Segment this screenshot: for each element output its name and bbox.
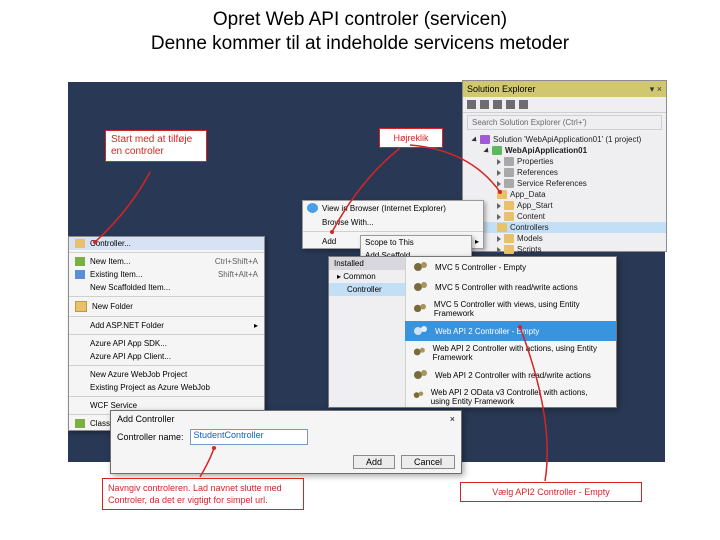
solution-explorer-panel: Solution Explorer ▾ × Search Solution Ex… <box>462 80 667 252</box>
separator <box>69 365 264 366</box>
ie-icon <box>307 203 318 213</box>
tree-item[interactable]: Properties <box>463 156 666 167</box>
menu-controller[interactable]: Controller... <box>69 237 264 250</box>
menu-azure-sdk[interactable]: Azure API App SDK... <box>69 337 264 350</box>
gear-icon <box>413 260 429 274</box>
blank-icon <box>307 217 318 227</box>
class-icon <box>75 419 85 428</box>
ctx-view-in-browser[interactable]: View in Browser (Internet Explorer) <box>303 201 483 215</box>
gear-icon <box>413 280 429 294</box>
callout-choose: Vælg API2 Controller - Empty <box>460 482 642 502</box>
panel-menu-icon[interactable]: ▾ × <box>650 84 662 95</box>
separator <box>69 396 264 397</box>
solution-tree: Solution 'WebApiApplication01' (1 projec… <box>463 132 666 268</box>
properties-icon[interactable] <box>519 100 528 109</box>
add-menu: Controller... New Item...Ctrl+Shift+A Ex… <box>68 236 265 431</box>
tree-item[interactable]: References <box>463 167 666 178</box>
blank-icon <box>307 236 318 246</box>
controller-name-label: Controller name: <box>117 432 184 442</box>
scaffold-tree-controller[interactable]: Controller <box>329 283 405 296</box>
scaffold-option-selected[interactable]: Web API 2 Controller - Empty <box>405 321 616 341</box>
tree-item[interactable]: Models <box>463 233 666 244</box>
add-button[interactable]: Add <box>353 455 395 469</box>
menu-scaffolded[interactable]: New Scaffolded Item... <box>69 281 264 294</box>
ctx-browse-with[interactable]: Browse With... <box>303 215 483 229</box>
folder-icon <box>504 212 514 221</box>
add-controller-dialog: Add Controller × Controller name: Studen… <box>110 410 462 474</box>
cancel-button[interactable]: Cancel <box>401 455 455 469</box>
controller-name-input[interactable]: StudentController <box>190 429 308 445</box>
solution-explorer-toolbar <box>463 97 666 113</box>
title-line2: Denne kommer til at indeholde servicens … <box>151 33 569 54</box>
home-icon[interactable] <box>467 100 476 109</box>
folder-icon <box>497 223 507 232</box>
scaffold-option[interactable]: Web API 2 OData v3 Controller with actio… <box>405 385 616 407</box>
separator <box>303 231 483 232</box>
scaffold-option[interactable]: MVC 5 Controller - Empty <box>405 257 616 277</box>
menu-existing-item[interactable]: Existing Item...Shift+Alt+A <box>69 268 264 281</box>
new-folder-icon <box>75 301 87 312</box>
installed-header: Installed <box>329 257 405 270</box>
existing-item-icon <box>75 270 85 279</box>
menu-new-webjob[interactable]: New Azure WebJob Project <box>69 368 264 381</box>
references-icon <box>504 168 514 177</box>
gear-icon <box>413 302 428 316</box>
callout-start: Start med at tilføje en controler <box>105 130 207 162</box>
separator <box>69 316 264 317</box>
scaffold-tree-common[interactable]: ▸ Common <box>329 270 405 283</box>
scaffold-dialog: Installed ▸ Common Controller MVC 5 Cont… <box>328 256 617 408</box>
folder-icon <box>497 190 507 199</box>
menu-new-folder[interactable]: New Folder <box>69 299 264 314</box>
separator <box>69 252 264 253</box>
tree-item[interactable]: App_Start <box>463 200 666 211</box>
scaffold-option[interactable]: Web API 2 Controller with actions, using… <box>405 341 616 365</box>
title-line1: Opret Web API controler (servicen) <box>213 9 507 30</box>
menu-azure-client[interactable]: Azure API App Client... <box>69 350 264 363</box>
tree-item[interactable]: Content <box>463 211 666 222</box>
ctx-scope[interactable]: Scope to This <box>361 236 471 249</box>
scaffold-option[interactable]: MVC 5 Controller with read/write actions <box>405 277 616 297</box>
separator <box>69 334 264 335</box>
tree-item[interactable]: App_Data <box>463 189 666 200</box>
callout-rightclick: Højreklik <box>379 128 443 148</box>
callout-name: Navngiv controleren. Lad navnet slutte m… <box>102 478 304 510</box>
tree-item[interactable]: Scripts <box>463 244 666 255</box>
folder-icon <box>504 234 514 243</box>
slide-title: Opret Web API controler (servicen) Denne… <box>0 8 720 56</box>
gear-icon <box>413 390 425 404</box>
solution-search-input[interactable]: Search Solution Explorer (Ctrl+') <box>467 115 662 130</box>
folder-icon <box>504 201 514 210</box>
folder-icon <box>504 245 514 254</box>
solution-icon <box>480 135 490 144</box>
menu-new-item[interactable]: New Item...Ctrl+Shift+A <box>69 255 264 268</box>
show-all-icon[interactable] <box>506 100 515 109</box>
gear-icon <box>413 346 427 360</box>
menu-existing-webjob[interactable]: Existing Project as Azure WebJob <box>69 381 264 394</box>
refresh-icon[interactable] <box>480 100 489 109</box>
collapse-icon[interactable] <box>493 100 502 109</box>
tree-project[interactable]: WebApiApplication01 <box>463 145 666 156</box>
tree-item-controllers[interactable]: Controllers <box>463 222 666 233</box>
wrench-icon <box>504 157 514 166</box>
scaffold-left-panel: Installed ▸ Common Controller <box>329 257 406 407</box>
new-item-icon <box>75 257 85 266</box>
tree-solution[interactable]: Solution 'WebApiApplication01' (1 projec… <box>463 134 666 145</box>
solution-explorer-header: Solution Explorer ▾ × <box>463 81 666 97</box>
tree-item[interactable]: Service References <box>463 178 666 189</box>
project-icon <box>492 146 502 155</box>
controller-icon <box>75 239 85 248</box>
service-ref-icon <box>504 179 514 188</box>
gear-icon <box>413 324 429 338</box>
menu-aspnet-folder[interactable]: Add ASP.NET Folder▸ <box>69 319 264 332</box>
scaffold-option[interactable]: MVC 5 Controller with views, using Entit… <box>405 297 616 321</box>
separator <box>69 296 264 297</box>
scaffold-option[interactable]: Web API 2 Controller with read/write act… <box>405 365 616 385</box>
add-controller-title: Add Controller <box>117 414 175 424</box>
scaffold-options: MVC 5 Controller - Empty MVC 5 Controlle… <box>405 257 616 407</box>
close-icon[interactable]: × <box>450 414 455 424</box>
gear-icon <box>413 368 429 382</box>
